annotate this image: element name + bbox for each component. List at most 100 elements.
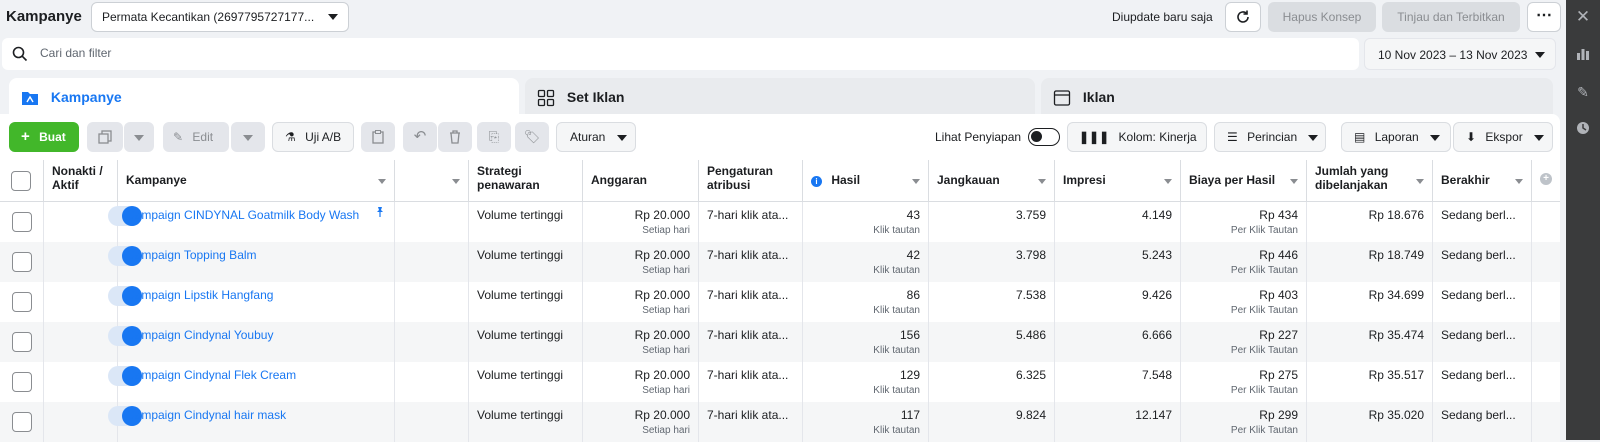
cell-delivery <box>395 322 469 362</box>
cell-subtext: Setiap hari <box>642 225 690 236</box>
cell-value: Volume tertinggi <box>477 368 564 382</box>
header-bid-strategy[interactable]: Strategi penawaran <box>469 160 583 202</box>
download-icon: ⬇ <box>1466 130 1477 144</box>
cell-value: Volume tertinggi <box>477 248 564 262</box>
report-icon: ▤ <box>1354 130 1366 144</box>
header-impressions[interactable]: Impresi <box>1055 160 1181 202</box>
header-results[interactable]: i Hasil <box>803 160 929 202</box>
cell-value: Rp 227 <box>1259 328 1298 342</box>
cell-value: 5.243 <box>1141 248 1172 262</box>
cell-subtext: Per Klik Tautan <box>1230 425 1298 436</box>
campaign-name-link[interactable]: Campaign Cindynal hair mask <box>126 408 386 422</box>
row-select-cell <box>0 282 44 322</box>
cell-name[interactable]: Campaign CINDYNAL Goatmilk Body Wash <box>118 202 395 242</box>
header-attribution[interactable]: Pengaturan atribusi <box>699 160 803 202</box>
plus-icon: + <box>21 128 30 145</box>
grid-icon <box>537 90 555 107</box>
header-campaign[interactable]: Kampanye <box>118 160 395 202</box>
header-budget[interactable]: Anggaran <box>583 160 699 202</box>
select-all-checkbox[interactable] <box>11 171 31 191</box>
campaign-name-link[interactable]: Campaign Lipstik Hangfang <box>126 288 386 302</box>
update-status: Diupdate baru saja <box>1112 10 1213 24</box>
campaign-name-link[interactable]: Campaign CINDYNAL Goatmilk Body Wash <box>126 208 386 222</box>
review-publish-button[interactable]: Tinjau dan Terbitkan <box>1382 2 1520 32</box>
pencil-icon[interactable]: ✎ <box>1575 84 1591 100</box>
campaign-name-link[interactable]: Campaign Cindynal Youbuy <box>126 328 386 342</box>
cell-spent: Rp 35.474 <box>1307 322 1433 362</box>
close-icon[interactable]: ✕ <box>1575 8 1591 25</box>
row-checkbox[interactable] <box>12 292 32 312</box>
header-label: Impresi <box>1063 173 1106 187</box>
tab-ad-sets[interactable]: Set Iklan <box>525 78 1035 116</box>
cell-value: 12.147 <box>1135 408 1172 422</box>
cell-spent: Rp 35.517 <box>1307 362 1433 402</box>
breakdown-label: Perincian <box>1247 130 1298 144</box>
edit-menu-button[interactable] <box>231 122 265 152</box>
row-checkbox[interactable] <box>12 212 32 232</box>
undo-button[interactable]: ↶ <box>403 122 437 152</box>
row-checkbox[interactable] <box>12 332 32 352</box>
cell-results: 129 Klik tautan <box>803 362 929 402</box>
refresh-button[interactable] <box>1225 2 1261 32</box>
delete-button[interactable] <box>438 122 472 152</box>
rules-button[interactable]: Aturan <box>556 122 636 152</box>
edit-button[interactable]: ✎ Edit <box>163 122 229 152</box>
cell-value: 43 <box>906 208 920 222</box>
header-reach[interactable]: Jangkauan <box>929 160 1055 202</box>
row-checkbox[interactable] <box>12 412 32 432</box>
clock-icon[interactable] <box>1575 121 1591 137</box>
breakdown-button[interactable]: ☰ Perincian <box>1214 122 1326 152</box>
header-cost-per-result[interactable]: Biaya per Hasil <box>1181 160 1307 202</box>
preview-setup-toggle[interactable] <box>1028 128 1060 146</box>
row-checkbox[interactable] <box>12 252 32 272</box>
refresh-icon <box>1237 10 1249 23</box>
row-select-cell <box>0 362 44 402</box>
tab-campaigns[interactable]: Kampanye <box>9 78 519 116</box>
create-button[interactable]: + Buat <box>9 122 79 152</box>
cell-value: 5.486 <box>1015 328 1046 342</box>
pin-icon[interactable] <box>374 206 386 218</box>
header-ends[interactable]: Berakhir <box>1433 160 1532 202</box>
cell-bid: Volume tertinggi <box>469 322 583 362</box>
duplicate-menu-button[interactable] <box>124 122 154 152</box>
cell-value: Volume tertinggi <box>477 288 564 302</box>
preview-ad-button[interactable]: ⎘ <box>477 122 511 152</box>
more-button[interactable]: ⋯ <box>1527 2 1561 32</box>
export-button[interactable]: ⬇ Ekspor <box>1453 122 1553 152</box>
campaign-name-link[interactable]: Campaign Cindynal Flek Cream <box>126 368 386 382</box>
header-label: Hasil <box>831 173 861 187</box>
account-selector[interactable]: Permata Kecantikan (2697795727177... <box>91 2 349 32</box>
cell-value: Rp 20.000 <box>634 368 690 382</box>
account-name: Permata Kecantikan (2697795727177... <box>102 10 315 24</box>
cell-impressions: 6.666 <box>1055 322 1181 362</box>
campaign-name-link[interactable]: Campaign Topping Balm <box>126 248 386 262</box>
cell-name[interactable]: Campaign Cindynal hair mask <box>118 402 395 442</box>
columns-button[interactable]: ❚❚❚ Kolom: Kinerja <box>1067 122 1207 169</box>
cell-impressions: 4.149 <box>1055 202 1181 242</box>
header-amount-spent[interactable]: Jumlah yang dibelanjakan <box>1307 160 1433 202</box>
cell-subtext: Setiap hari <box>642 345 690 356</box>
row-checkbox[interactable] <box>12 372 32 392</box>
cell-name[interactable]: Campaign Topping Balm <box>118 242 395 282</box>
header-delivery[interactable] <box>395 160 469 202</box>
ab-test-button[interactable]: ⚗ Uji A/B <box>272 122 354 152</box>
chart-icon[interactable] <box>1575 46 1591 62</box>
reports-button[interactable]: ▤ Laporan <box>1341 122 1451 152</box>
clipboard-button[interactable] <box>361 122 395 152</box>
tag-button[interactable]: 🏷 <box>515 122 549 152</box>
search-input[interactable] <box>40 46 1040 60</box>
tab-label: Set Iklan <box>566 89 625 105</box>
tab-ads[interactable]: Iklan <box>1041 78 1553 116</box>
breakdown-icon: ☰ <box>1227 130 1238 144</box>
discard-drafts-button[interactable]: Hapus Konsep <box>1268 2 1376 32</box>
add-column-button[interactable]: + <box>1532 160 1560 202</box>
date-range-picker[interactable]: 10 Nov 2023 – 13 Nov 2023 <box>1364 38 1556 70</box>
cell-name[interactable]: Campaign Lipstik Hangfang <box>118 282 395 322</box>
cell-name[interactable]: Campaign Cindynal Youbuy <box>118 322 395 362</box>
table-row: Campaign Topping Balm Volume tertinggi Rp … <box>0 242 1560 282</box>
cell-budget: Rp 20.000 Setiap hari <box>583 202 699 242</box>
duplicate-button[interactable] <box>87 122 123 152</box>
cell-ends: Sedang berl... <box>1433 242 1532 282</box>
cell-name[interactable]: Campaign Cindynal Flek Cream <box>118 362 395 402</box>
header-toggle[interactable]: Nonakti / Aktif <box>44 160 118 202</box>
